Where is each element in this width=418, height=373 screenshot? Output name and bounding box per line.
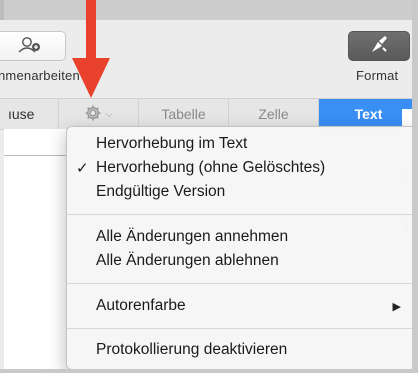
menu-item-label: Alle Änderungen ablehnen (96, 252, 279, 269)
menu-item-label: Autorenfarbe (96, 297, 186, 314)
tab-tabelle[interactable]: Tabelle (138, 99, 228, 129)
tab-zelle[interactable]: Zelle (228, 99, 318, 129)
tracking-options-menu: Hervorhebung im Text ✓ Hervorhebung (ohn… (66, 126, 416, 370)
menu-item-disable-tracking[interactable]: Protokollierung deaktivieren (67, 338, 415, 362)
collaborate-icon (16, 35, 42, 58)
menu-separator (67, 328, 415, 329)
menu-item-highlight-without-deleted[interactable]: ✓ Hervorhebung (ohne Gelöschtes) (67, 156, 415, 180)
format-button[interactable] (348, 31, 410, 61)
paintbrush-icon (368, 34, 390, 59)
submenu-arrow-icon: ▶ (392, 300, 401, 313)
annotation-arrow-icon (72, 0, 110, 98)
window-frame-right (412, 0, 418, 373)
tab-tabelle-label: Tabelle (161, 106, 206, 122)
checkmark-icon: ✓ (76, 160, 89, 177)
tab-text-label: Text (354, 106, 383, 122)
tab-partial[interactable]: ıuse (0, 99, 58, 129)
menu-separator (67, 214, 415, 215)
tab-partial-label: ıuse (8, 106, 35, 122)
chevron-down-icon: ⌵ (105, 108, 113, 120)
window-frame-bottom (0, 369, 418, 373)
menu-item-label: Hervorhebung im Text (96, 135, 248, 152)
menu-item-accept-all[interactable]: Alle Änderungen annehmen (67, 225, 415, 249)
menu-item-author-color[interactable]: Autorenfarbe ▶ (67, 294, 415, 318)
tab-zelle-label: Zelle (258, 106, 289, 122)
menu-separator (67, 283, 415, 284)
menu-item-label: Hervorhebung (ohne Gelöschtes) (96, 159, 326, 176)
menu-item-highlight-in-text[interactable]: Hervorhebung im Text (67, 132, 415, 156)
collaborate-button[interactable] (0, 31, 66, 61)
menu-item-final-version[interactable]: Endgültige Version (67, 180, 415, 204)
tracking-options-button[interactable]: ⌵ (58, 99, 138, 129)
menu-item-label: Endgültige Version (96, 183, 226, 200)
menu-item-reject-all[interactable]: Alle Änderungen ablehnen (67, 249, 415, 273)
menu-item-label: Protokollierung deaktivieren (96, 341, 288, 358)
gear-icon (84, 104, 102, 125)
collaborate-label: nmenarbeiten (0, 68, 80, 83)
menu-item-label: Alle Änderungen annehmen (96, 228, 289, 245)
format-label: Format (356, 68, 399, 83)
